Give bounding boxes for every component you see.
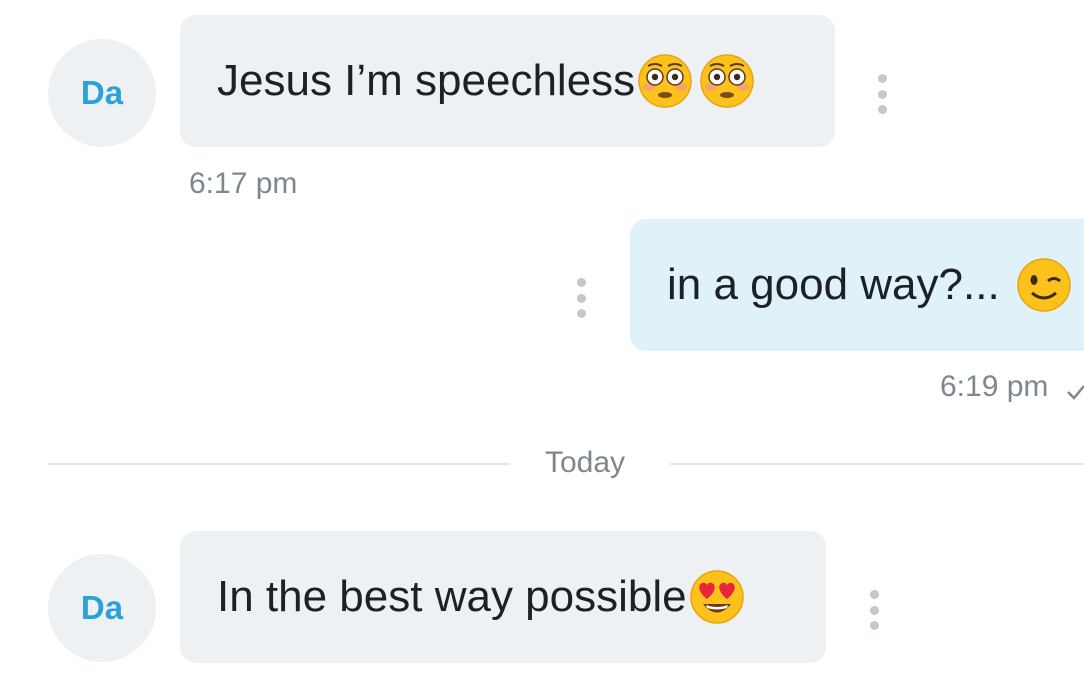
message-more-options-icon[interactable] xyxy=(868,590,880,630)
message-text: In the best way possible xyxy=(217,572,687,621)
winking-face-emoji xyxy=(1016,258,1071,312)
message-timestamp: 6:19 pm xyxy=(940,370,1049,403)
avatar[interactable]: Da xyxy=(48,39,156,147)
date-divider-line-right xyxy=(670,463,1084,465)
flushed-face-emoji xyxy=(700,54,754,108)
avatar-initials: Da xyxy=(80,74,124,111)
avatar[interactable]: Da xyxy=(48,554,156,662)
sent-check-icon xyxy=(1067,385,1084,400)
message-timestamp: 6:17 pm xyxy=(189,167,298,200)
message-more-options-icon[interactable] xyxy=(876,74,888,114)
flushed-face-emoji xyxy=(638,54,692,108)
message-bubble-outgoing[interactable]: in a good way?... xyxy=(630,219,1084,351)
message-text: in a good way?... xyxy=(667,260,1000,309)
message-more-options-icon[interactable] xyxy=(575,278,587,318)
message-text: Jesus I’m speechless xyxy=(217,56,636,105)
message-bubble-incoming[interactable]: Jesus I’m speechless xyxy=(180,15,835,147)
message-bubble-incoming[interactable]: In the best way possible xyxy=(180,531,826,663)
date-divider-label: Today xyxy=(545,446,626,479)
heart-eyes-emoji xyxy=(689,570,744,624)
date-divider-line-left xyxy=(48,463,510,465)
avatar-initials: Da xyxy=(80,589,124,626)
